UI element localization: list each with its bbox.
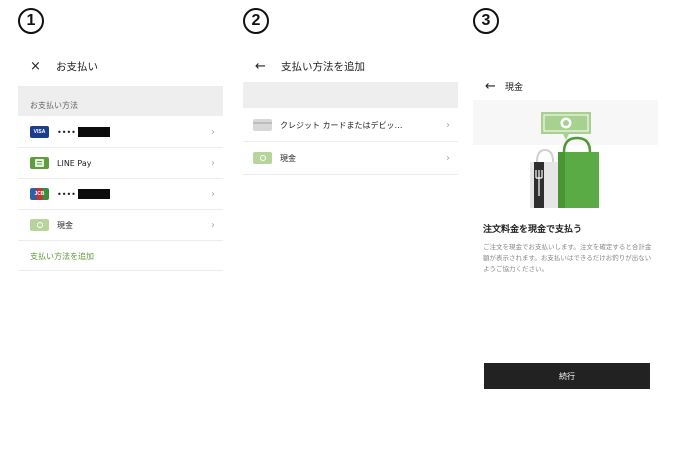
page-title: 現金 [505,82,524,93]
line-pay-icon-graphic [35,159,44,167]
header: ← 支払い方法を追加 [243,56,458,76]
credit-card-icon [253,119,272,131]
chevron-right-icon: › [211,219,215,231]
option-credit-card[interactable]: クレジット カードまたはデビッ… › [243,109,458,142]
add-payment-method-link[interactable]: 支払い方法を追加 [30,251,94,262]
chevron-right-icon: › [211,157,215,169]
back-arrow-icon[interactable]: ← [485,80,501,93]
jcb-logo-text: JCB [34,191,45,197]
redacted-card-number [77,127,110,137]
header: × お支払い [18,56,223,76]
chevron-right-icon: › [446,152,450,164]
cash-payment-description: ご注文を現金でお支払いします。注文を確定すると合計金額が表示されます。お支払いは… [483,243,652,273]
card-number-dots: •••• [57,127,76,137]
shopping-bags-illustration [473,100,658,208]
back-arrow-icon[interactable]: ← [255,60,271,73]
payment-item-label: LINE Pay [57,158,92,168]
cash-icon [253,152,272,164]
visa-card-icon: VISA [30,126,49,138]
payment-item-cash[interactable]: 現金 › [18,210,223,241]
chevron-right-icon: › [446,119,450,131]
payment-item-visa[interactable]: VISA •••• › [18,117,223,148]
option-label: クレジット カードまたはデビッ… [280,120,403,130]
redacted-card-number [77,189,110,199]
chevron-right-icon: › [211,188,215,200]
cash-payment-heading: 注文料金を現金で支払う [483,225,583,235]
payment-item-label: 現金 [57,220,73,230]
page-title: 支払い方法を追加 [281,60,365,73]
continue-button[interactable]: 続行 [484,363,650,389]
section-header: お支払い方法 [18,86,223,116]
divider [18,270,223,271]
payment-screen: × お支払い お支払い方法 VISA •••• › LINE Pay › JCB… [18,0,223,450]
section-label: お支払い方法 [30,101,78,110]
add-payment-method-screen: ← 支払い方法を追加 クレジット カードまたはデビッ… › 現金 › [243,0,458,450]
card-number-dots: •••• [57,189,76,199]
section-header [243,82,458,108]
jcb-card-icon: JCB [30,188,49,200]
chevron-right-icon: › [211,126,215,138]
payment-item-line-pay[interactable]: LINE Pay › [18,148,223,179]
gray-shopping-bag-icon [530,148,560,208]
cash-icon [30,219,49,231]
cash-payment-screen: ← 現金 注文料金を現金で支払う ご注文を現金でお支払いします。注文を確定すると… [473,0,668,450]
option-cash[interactable]: 現金 › [243,142,458,175]
line-pay-icon [30,157,49,169]
header: ← 現金 [473,76,668,96]
close-icon[interactable]: × [30,60,46,73]
page-title: お支払い [56,60,98,73]
option-label: 現金 [280,153,296,163]
green-shopping-bag-icon [558,136,599,208]
visa-logo-text: VISA [33,129,46,135]
payment-item-jcb[interactable]: JCB •••• › [18,179,223,210]
